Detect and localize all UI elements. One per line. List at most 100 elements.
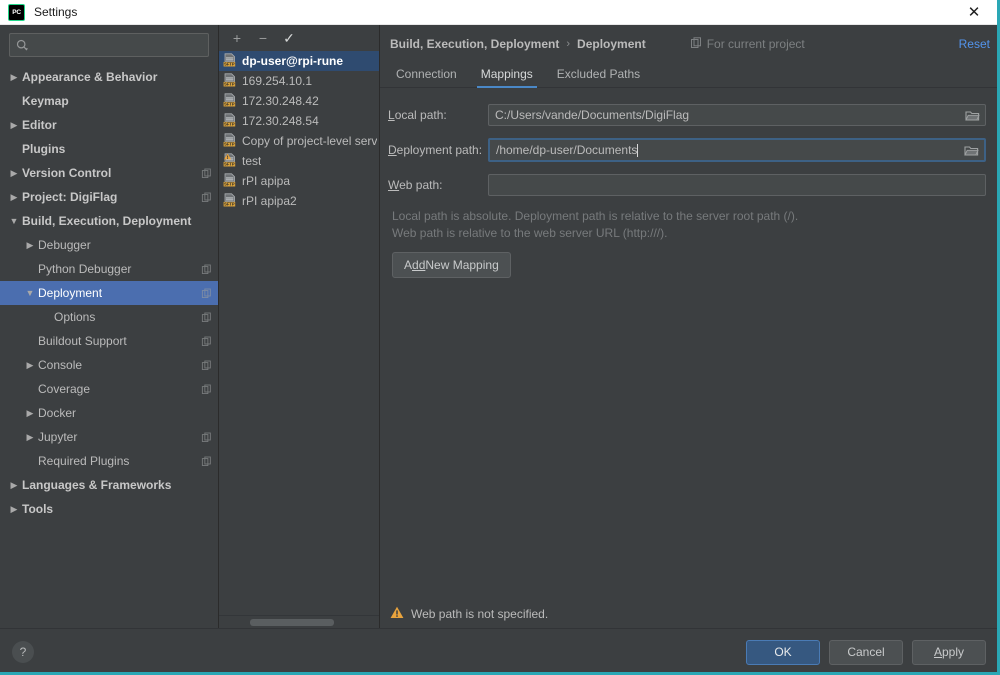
chevron-right-icon[interactable]: ▶ [22, 360, 38, 370]
server-list-toolbar: + − ✓ [219, 25, 379, 51]
sidebar-item-editor[interactable]: ▶ Editor [0, 113, 218, 137]
scope-label: For current project [706, 37, 805, 51]
chevron-right-icon[interactable]: ▶ [6, 120, 22, 130]
chevron-right-icon[interactable]: ▶ [22, 432, 38, 442]
sidebar-item-tools[interactable]: ▶ Tools [0, 497, 218, 521]
remove-server-button[interactable]: − [251, 27, 275, 49]
sidebar-item-coverage[interactable]: Coverage [0, 377, 218, 401]
chevron-right-icon[interactable]: ▶ [6, 168, 22, 178]
set-default-server-button[interactable]: ✓ [277, 27, 301, 49]
sidebar-item-languages-frameworks[interactable]: ▶ Languages & Frameworks [0, 473, 218, 497]
sidebar-item-label: Editor [22, 118, 57, 132]
dialog-body: ▶ Appearance & Behavior Keymap ▶ Editor Plugi… [0, 25, 1000, 628]
deployment-path-browse-folder-icon[interactable] [962, 141, 980, 159]
sidebar-item-keymap[interactable]: Keymap [0, 89, 218, 113]
copy-settings-icon [201, 384, 212, 395]
local-path-browse-folder-icon[interactable] [963, 106, 981, 124]
search-input[interactable] [33, 37, 202, 53]
server-list-item[interactable]: SFTP dp-user@rpi-rune [219, 51, 379, 71]
server-list-item[interactable]: SFTP 172.30.248.42 [219, 91, 379, 111]
sidebar-item-label: Plugins [22, 142, 66, 156]
copy-settings-icon [201, 456, 212, 467]
server-list-item[interactable]: SFTP Copy of project-level serv [219, 131, 379, 151]
web-path-field[interactable] [488, 174, 986, 196]
sidebar-item-plugins[interactable]: Plugins [0, 137, 218, 161]
ok-button[interactable]: OK [746, 639, 820, 665]
chevron-down-icon[interactable]: ▼ [22, 288, 38, 298]
reset-link[interactable]: Reset [959, 37, 990, 51]
search-box[interactable] [9, 33, 209, 57]
chevron-down-icon[interactable]: ▼ [6, 216, 22, 226]
warning-triangle-icon [390, 606, 404, 622]
svg-text:SFTP: SFTP [224, 61, 235, 66]
sidebar-item-console[interactable]: ▶ Console [0, 353, 218, 377]
server-list-item-label: rPI apipa [242, 174, 291, 188]
add-mapping-mnemonic: dd [412, 258, 426, 272]
server-list-item-label: 169.254.10.1 [242, 74, 313, 88]
server-list-item-label: 172.30.248.54 [242, 114, 319, 128]
sidebar-item-project-digiflag[interactable]: ▶ Project: DigiFlag [0, 185, 218, 209]
sftp-server-warning-icon: SFTP [223, 152, 237, 170]
sidebar-item-required-plugins[interactable]: Required Plugins [0, 449, 218, 473]
chevron-right-icon[interactable]: ▶ [6, 192, 22, 202]
sidebar-item-buildout-support[interactable]: Buildout Support [0, 329, 218, 353]
tab-excluded-paths[interactable]: Excluded Paths [545, 67, 652, 87]
copy-settings-icon [201, 360, 212, 371]
copy-settings-icon [201, 168, 212, 179]
tab-mappings[interactable]: Mappings [469, 67, 545, 88]
sidebar-item-python-debugger[interactable]: Python Debugger [0, 257, 218, 281]
sidebar-item-label: Project: DigiFlag [22, 190, 118, 204]
sidebar-item-appearance-behavior[interactable]: ▶ Appearance & Behavior [0, 65, 218, 89]
web-path-label-text: eb path: [399, 178, 443, 192]
scrollbar-thumb[interactable] [250, 619, 334, 626]
deployment-path-label: Deployment path: [388, 143, 488, 157]
apply-button[interactable]: Apply [912, 639, 986, 665]
chevron-right-icon[interactable]: ▶ [6, 504, 22, 514]
sftp-server-icon: SFTP [223, 92, 237, 110]
sidebar-item-debugger[interactable]: ▶ Debugger [0, 233, 218, 257]
settings-dialog: PC Settings ✕ ▶ Appearance & Behavior Ke… [0, 0, 1000, 675]
copy-settings-icon [201, 192, 212, 203]
chevron-right-icon[interactable]: ▶ [22, 240, 38, 250]
search-icon [16, 39, 29, 52]
server-list-item-label: 172.30.248.42 [242, 94, 319, 108]
project-scope-icon [690, 36, 702, 52]
cancel-button[interactable]: Cancel [829, 639, 903, 665]
chevron-right-icon[interactable]: ▶ [6, 72, 22, 82]
chevron-right-icon[interactable]: ▶ [22, 408, 38, 418]
settings-tree[interactable]: ▶ Appearance & Behavior Keymap ▶ Editor Plugi… [0, 63, 218, 628]
help-button[interactable]: ? [12, 641, 34, 663]
breadcrumb-parent[interactable]: Build, Execution, Deployment [390, 37, 559, 51]
server-list[interactable]: SFTP dp-user@rpi-rune SFTP 169.254.10.1 SFTP… [219, 51, 379, 615]
sidebar-item-label: Options [54, 310, 96, 324]
server-list-item[interactable]: SFTP 172.30.248.54 [219, 111, 379, 131]
server-list-item-label: test [242, 154, 262, 168]
local-path-label: Local path: [388, 108, 488, 122]
chevron-right-icon[interactable]: ▶ [6, 480, 22, 490]
deployment-path-row: Deployment path: /home/dp-user/Documents [388, 138, 986, 162]
sidebar-item-version-control[interactable]: ▶ Version Control [0, 161, 218, 185]
close-icon[interactable]: ✕ [954, 0, 994, 24]
server-list-item-label: rPI apipa2 [242, 194, 297, 208]
sidebar-item-deployment[interactable]: ▼ Deployment [0, 281, 218, 305]
server-list-item[interactable]: SFTP 169.254.10.1 [219, 71, 379, 91]
add-server-button[interactable]: + [225, 27, 249, 49]
server-list-item-label: Copy of project-level serv [242, 134, 378, 148]
sidebar-item-docker[interactable]: ▶ Docker [0, 401, 218, 425]
sidebar-item-label: Debugger [38, 238, 91, 252]
server-list-item[interactable]: SFTP rPI apipa [219, 171, 379, 191]
sidebar-item-options[interactable]: Options [0, 305, 218, 329]
sidebar-item-label: Build, Execution, Deployment [22, 214, 192, 228]
svg-text:SFTP: SFTP [224, 121, 235, 126]
sidebar-item-jupyter[interactable]: ▶ Jupyter [0, 425, 218, 449]
local-path-field[interactable]: C:/Users/vande/Documents/DigiFlag [488, 104, 986, 126]
server-list-item[interactable]: SFTP test [219, 151, 379, 171]
server-list-item[interactable]: SFTP rPI apipa2 [219, 191, 379, 211]
deployment-path-field[interactable]: /home/dp-user/Documents [488, 138, 986, 162]
tab-connection[interactable]: Connection [384, 67, 469, 87]
sidebar-item-build-execution-deployment[interactable]: ▼ Build, Execution, Deployment [0, 209, 218, 233]
server-list-hscrollbar[interactable] [219, 615, 379, 628]
copy-settings-icon [201, 432, 212, 443]
add-new-mapping-button[interactable]: Add New Mapping [392, 252, 511, 278]
local-path-mnemonic: L [388, 108, 395, 122]
